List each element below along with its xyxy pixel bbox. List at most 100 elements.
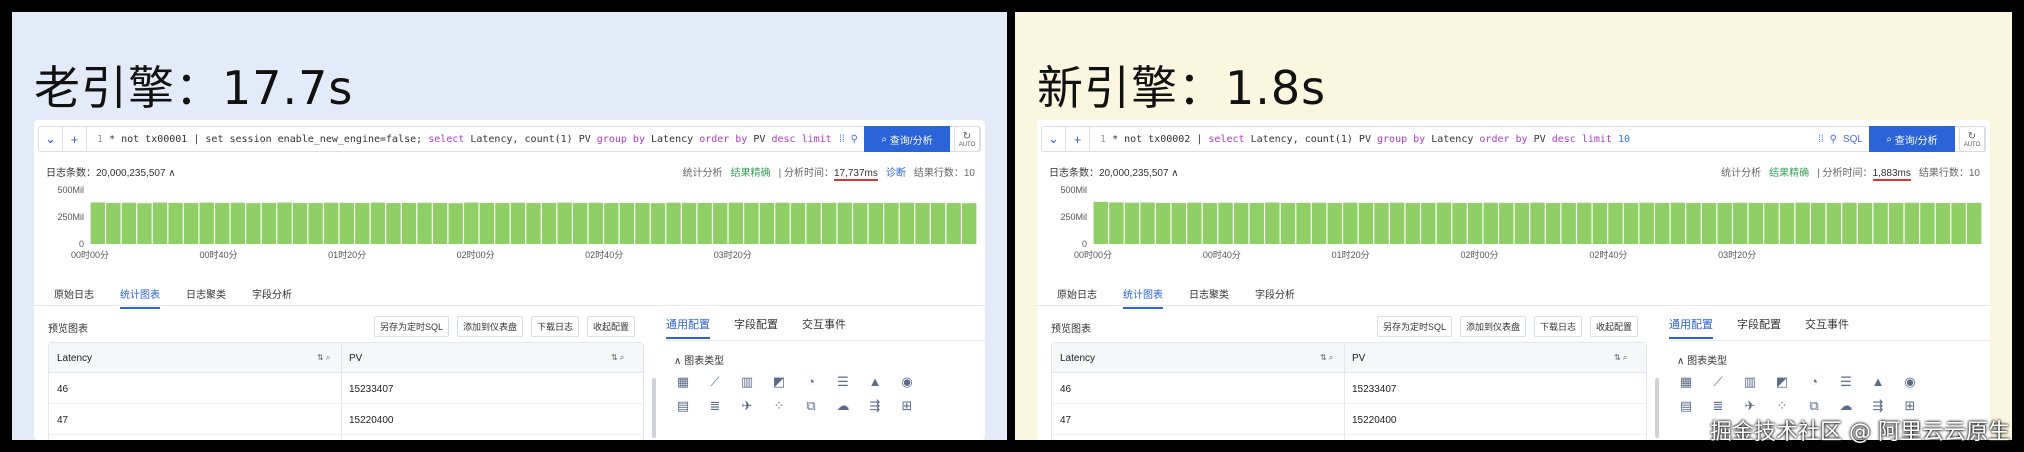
search-button[interactable]: ⌕ 查询/分析 [864,126,950,152]
magic-icon[interactable]: ⚲ [851,134,858,145]
bar-chart-icon[interactable]: ▥ [1741,374,1759,390]
histogram-icon[interactable]: ▲ [1869,374,1887,390]
histogram-bar[interactable] [1733,202,1748,244]
line-chart-icon[interactable]: ⟋ [1709,374,1727,390]
histogram-bar[interactable] [1467,202,1483,244]
chart-type-header[interactable]: ∧ 图表类型 [674,352,724,367]
histogram-bar[interactable] [1889,202,1904,244]
sort-search-icon[interactable]: ⇅ ⌕ [317,353,330,363]
histogram-bar[interactable] [370,202,386,244]
query-input[interactable]: 1 * not tx00002 | select Latency, count(… [1090,134,1812,145]
sort-search-icon[interactable]: ⇅ ⌕ [611,353,624,363]
histogram-bar[interactable] [1577,202,1592,244]
histogram-bar[interactable] [821,202,837,244]
histogram-bar[interactable] [261,202,277,244]
stat-chart-icon[interactable]: ☰ [1837,374,1855,390]
histogram-bar[interactable] [1608,202,1623,244]
histogram-bar[interactable] [339,202,354,244]
format-icon[interactable]: ⁞⁞ [839,134,845,145]
download-logs-button[interactable]: 下载日志 [531,316,580,337]
histogram-bar[interactable] [1842,202,1857,244]
list-chart-icon[interactable]: ≣ [1709,398,1727,414]
histogram-bar[interactable] [1452,203,1467,244]
line-chart-icon[interactable]: ⟋ [706,374,724,390]
table-chart-icon[interactable]: ▦ [674,374,692,390]
histogram-bar[interactable] [1327,202,1342,244]
histogram-bar[interactable] [401,202,417,244]
word-cloud-icon[interactable]: ☁ [834,398,852,414]
histogram-bar[interactable] [1826,202,1842,244]
histogram-bar[interactable] [946,203,961,244]
search-button[interactable]: ⌕ 查询/分析 [1869,126,1955,152]
histogram-bar[interactable] [1530,202,1545,244]
histogram-bar[interactable] [1296,202,1311,244]
histogram-bar[interactable] [1202,203,1218,244]
histogram-bar[interactable] [541,202,557,244]
flow-chart-icon[interactable]: ⧉ [1805,398,1823,414]
format-icon[interactable]: ⁞⁞ [1818,134,1824,145]
histogram-bar[interactable] [1405,202,1420,244]
histogram-bar[interactable] [1249,202,1264,244]
histogram-bar[interactable] [1935,203,1951,244]
histogram-bar[interactable] [588,202,603,244]
histogram-bar[interactable] [1280,203,1296,244]
sankey-icon[interactable]: ⇶ [1869,398,1887,414]
histogram-bar[interactable] [417,202,432,244]
histogram-bar[interactable] [759,202,775,244]
histogram-bar[interactable] [246,203,261,244]
histogram-bar[interactable] [697,202,712,244]
magic-icon[interactable]: ⚲ [1830,134,1837,145]
histogram-bar[interactable] [899,202,915,244]
map-icon[interactable]: ✈ [1741,398,1759,414]
gauge-icon[interactable]: ◔ [802,374,820,390]
histogram-bar[interactable] [121,202,137,244]
histogram-bar[interactable] [853,202,868,244]
histogram-bar[interactable] [1514,202,1530,244]
pie-chart-icon[interactable]: ◉ [1901,374,1919,390]
histogram-bar[interactable] [775,202,790,244]
histogram-bar[interactable] [806,202,821,244]
scatter-icon[interactable]: ⁘ [1773,398,1791,414]
histogram-bar[interactable] [1670,202,1686,244]
histogram-bar[interactable] [604,203,619,244]
auto-refresh-button[interactable]: ↻ AUTO [954,126,980,152]
histogram-bar[interactable] [1311,202,1327,244]
save-scheduled-sql-button[interactable]: 另存为定时SQL [1377,316,1453,337]
histogram-bar[interactable] [1374,203,1389,244]
histogram-bar[interactable] [1811,202,1826,244]
histogram-bar[interactable] [199,202,214,244]
histogram-bar[interactable] [1140,202,1155,244]
histogram-bar[interactable] [744,202,759,244]
sql-toggle[interactable]: SQL [1843,134,1863,145]
scrollbar[interactable] [1655,378,1659,438]
histogram-bar[interactable] [277,202,292,244]
diagnose-link[interactable]: 诊断 [886,164,906,179]
log-count[interactable]: 日志条数：20,000,235,507 ∧ [1049,164,1179,179]
histogram-bar[interactable] [137,203,152,244]
stat-chart-icon[interactable]: ☰ [834,374,852,390]
tab-field-config[interactable]: 字段配置 [1737,316,1781,339]
chevron-down-icon[interactable]: ⌄ [1042,127,1066,151]
histogram-bar[interactable] [292,202,308,244]
log-count[interactable]: 日志条数：20,000,235,507 ∧ [46,164,176,179]
histogram-bar[interactable] [1623,203,1639,244]
histogram-bar[interactable] [1920,202,1935,244]
histogram-bar[interactable] [1093,201,1108,244]
histogram-bar[interactable] [884,202,899,244]
histogram-bar[interactable] [1265,202,1280,244]
histogram-bar[interactable] [168,202,183,244]
tab-general-config[interactable]: 通用配置 [1669,316,1713,339]
histogram-bar[interactable] [1592,202,1608,244]
histogram-bar[interactable] [1421,202,1436,244]
histogram-bar[interactable] [215,202,230,244]
grid-chart-icon[interactable]: ▤ [674,398,692,414]
plus-icon[interactable]: + [63,127,87,151]
area-chart-icon[interactable]: ◩ [1773,374,1791,390]
histogram-bar[interactable] [495,202,510,244]
add-to-dashboard-button[interactable]: 添加到仪表盘 [457,316,524,337]
histogram-bar[interactable] [386,203,401,244]
histogram-icon[interactable]: ▲ [866,374,884,390]
topology-icon[interactable]: ⊞ [898,398,916,414]
histogram-bar[interactable] [1124,202,1140,244]
chevron-down-icon[interactable]: ⌄ [39,127,63,151]
